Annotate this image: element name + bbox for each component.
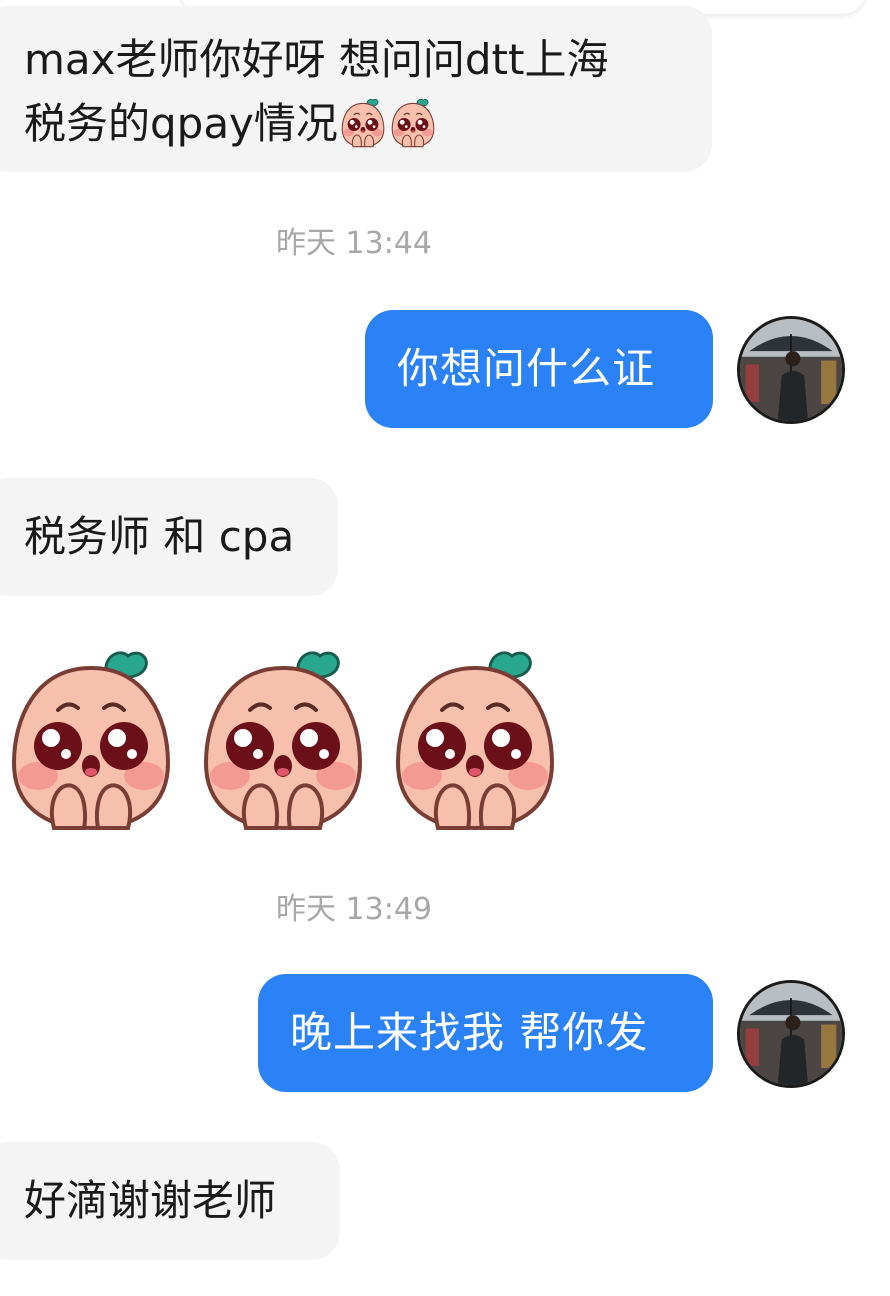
message-text: 好滴谢谢老师 [24, 1176, 277, 1225]
message-text: 晚上来找我 帮你发 [290, 1008, 649, 1057]
message-text: 税务师 和 cpa [24, 512, 295, 561]
message-bubble-incoming[interactable]: 税务师 和 cpa [0, 478, 338, 596]
avatar[interactable] [737, 316, 845, 424]
pleading-peach-sticker-icon[interactable] [390, 648, 560, 833]
timestamp: 昨天 13:49 [276, 892, 432, 927]
message-bubble-incoming[interactable]: 好滴谢谢老师 [0, 1142, 340, 1260]
message-text: 你想问什么证 [397, 344, 656, 393]
pleading-peach-sticker-icon[interactable] [198, 648, 368, 833]
pleading-peach-emoji-icon [388, 98, 438, 148]
message-text: max老师你好呀 想问问dtt上海 [24, 35, 609, 84]
message-text: 税务的qpay情况 [24, 92, 712, 156]
message-bubble-outgoing[interactable]: 晚上来找我 帮你发 [258, 974, 713, 1092]
man-with-umbrella-avatar-icon [740, 319, 842, 421]
avatar[interactable] [737, 980, 845, 1088]
timestamp: 昨天 13:44 [276, 226, 432, 261]
message-bubble-outgoing[interactable]: 你想问什么证 [365, 310, 713, 428]
pleading-peach-emoji-icon [338, 98, 388, 148]
man-with-umbrella-avatar-icon [740, 983, 842, 1085]
pleading-peach-sticker-icon[interactable] [6, 648, 176, 833]
message-bubble-incoming[interactable]: max老师你好呀 想问问dtt上海 税务的qpay情况 [0, 6, 712, 172]
